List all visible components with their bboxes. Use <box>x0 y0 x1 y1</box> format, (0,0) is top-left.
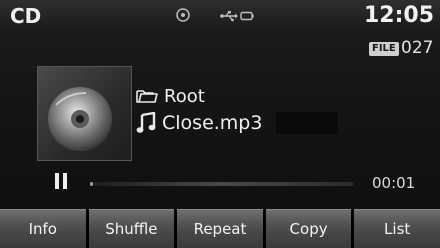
disc-indicator-icon <box>176 8 190 22</box>
progress-bar[interactable] <box>90 182 354 186</box>
status-bar: CD 12:05 <box>0 0 440 30</box>
cd-player-screen: CD 12:05 FILE 027 Root Close.mp3 00:01 I… <box>0 0 440 248</box>
file-name: Close.mp3 <box>162 112 263 134</box>
progress-fill <box>90 182 93 186</box>
album-art <box>37 66 132 161</box>
elapsed-time: 00:01 <box>372 174 416 192</box>
usb-indicator-icon <box>220 11 254 22</box>
file-badge: FILE <box>369 42 399 56</box>
clock: 12:05 <box>363 3 434 28</box>
folder-icon <box>136 90 158 103</box>
repeat-button[interactable]: Repeat <box>177 209 263 248</box>
mode-label: CD <box>10 4 42 28</box>
list-button[interactable]: List <box>354 209 440 248</box>
copy-button[interactable]: Copy <box>265 209 352 248</box>
pause-icon[interactable] <box>54 172 68 190</box>
title-overflow-area <box>276 112 338 134</box>
folder-name: Root <box>164 85 205 107</box>
file-row: Close.mp3 <box>136 111 262 135</box>
disc-art-icon <box>48 87 112 151</box>
folder-row: Root <box>136 84 205 108</box>
shuffle-button[interactable]: Shuffle <box>88 209 175 248</box>
file-number: 027 <box>401 38 434 58</box>
music-note-icon <box>136 112 156 133</box>
softkey-bar: Info Shuffle Repeat Copy List <box>0 209 440 248</box>
info-button[interactable]: Info <box>0 209 86 248</box>
